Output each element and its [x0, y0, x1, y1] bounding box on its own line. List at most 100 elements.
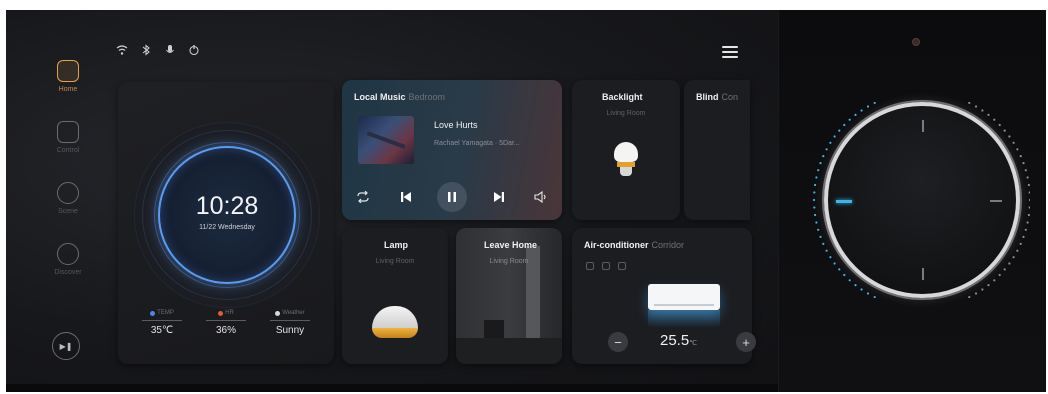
knob-tick — [993, 279, 996, 282]
nav-item-home[interactable]: Home — [46, 60, 90, 93]
stat-weather: Weather Sunny — [264, 310, 316, 336]
lamp-icon — [372, 306, 418, 340]
wifi-icon — [116, 45, 128, 55]
aircon-airflow — [648, 310, 720, 328]
music-card[interactable]: Local Music Bedroom Love Hurts Rachael Ya… — [342, 80, 562, 220]
knob-tick — [822, 242, 825, 245]
stat-value: 35℃ — [150, 325, 174, 336]
clock-card: 10:28 11/22 Wednesday TEMP 35℃ HR 36% We… — [118, 82, 334, 364]
nav-item-control[interactable]: Control — [46, 121, 90, 154]
knob-tick — [993, 118, 996, 121]
knob-tick — [1012, 141, 1015, 144]
knob-tick — [1016, 148, 1019, 151]
previous-icon[interactable] — [395, 186, 417, 208]
knob-tick — [843, 123, 846, 127]
knob-mark-bottom — [922, 268, 924, 280]
knob-tick — [814, 183, 817, 187]
rotary-knob[interactable] — [824, 102, 1020, 298]
compass-icon — [57, 243, 79, 265]
knob-tick — [1016, 249, 1019, 252]
repeat-icon[interactable] — [352, 186, 374, 208]
media-button[interactable]: ▶❚ — [52, 332, 80, 360]
nav-label: Scene — [58, 208, 78, 215]
knob-tick — [854, 113, 857, 116]
indicator-light — [912, 38, 920, 46]
knob-tick — [987, 284, 990, 287]
blind-card[interactable]: Blind Con — [684, 80, 750, 220]
album-art — [358, 116, 414, 164]
knob-tick — [974, 105, 978, 108]
knob-tick — [1019, 155, 1022, 158]
knob-tick — [1008, 135, 1011, 138]
timer-icon[interactable] — [618, 262, 626, 270]
knob-tick — [825, 249, 828, 252]
knob-tick — [968, 102, 971, 104]
snowflake-icon[interactable] — [586, 262, 594, 270]
knob-tick — [1019, 242, 1022, 245]
knob-tick — [1026, 176, 1029, 179]
clock-date: 11/22 Wednesday — [199, 224, 255, 231]
aircon-unit-icon — [648, 284, 720, 310]
microphone-icon — [166, 45, 174, 53]
knob-tick — [981, 109, 984, 112]
status-bar — [116, 44, 200, 56]
knob-tick — [817, 169, 820, 172]
aircon-temp-value: 25.5 — [660, 332, 690, 349]
nav-label: Discover — [54, 269, 82, 276]
knob-mark-right — [990, 200, 1002, 202]
knob-tick — [1022, 162, 1025, 165]
scene-photo-floor — [456, 338, 562, 364]
knob-tick — [1003, 268, 1006, 271]
volume-icon[interactable] — [530, 186, 552, 208]
humidity-icon — [218, 310, 224, 316]
leave-home-card[interactable]: Leave Home Living Room — [456, 228, 562, 364]
knob-tick — [1012, 256, 1015, 259]
knob-tick — [860, 288, 863, 291]
knob-pointer — [836, 200, 852, 203]
knob-tick — [1022, 235, 1025, 238]
power-icon — [189, 45, 199, 56]
fan-icon[interactable] — [602, 262, 610, 270]
temp-decrease-button[interactable]: − — [608, 332, 628, 352]
aircon-card[interactable]: Air-conditioner Corridor − 25.5℃ + — [572, 228, 756, 364]
aircon-modes — [586, 262, 626, 270]
monitor-icon — [57, 121, 79, 143]
knob-tick — [829, 256, 832, 259]
knob-tick — [814, 213, 817, 217]
knob-tick — [1024, 169, 1027, 172]
knob-tick — [812, 198, 816, 202]
main-screen: Home Control Scene Discover ▶❚ 10:28 11/… — [6, 10, 778, 392]
lamp-card[interactable]: Lamp Living Room — [342, 228, 448, 364]
play-circle-icon — [57, 182, 79, 204]
music-title-text: Local Music — [354, 92, 406, 102]
knob-tick — [854, 284, 857, 287]
stat-key: HR — [225, 310, 234, 316]
knob-tick — [1027, 213, 1030, 217]
blind-title-text: Blind — [696, 92, 719, 102]
temp-increase-button[interactable]: + — [736, 332, 756, 352]
knob-tick — [838, 268, 841, 271]
pause-icon[interactable] — [437, 182, 467, 212]
bulb-icon — [614, 142, 638, 180]
backlight-card[interactable]: Backlight Living Room — [572, 80, 680, 220]
thermometer-icon — [150, 310, 156, 316]
nav-label: Home — [58, 86, 78, 93]
knob-tick — [860, 109, 863, 112]
aircon-room: Corridor — [651, 240, 685, 250]
home-icon — [57, 60, 79, 82]
nav-item-scene[interactable]: Scene — [46, 182, 90, 215]
playback-controls — [352, 182, 552, 212]
knob-tick — [822, 155, 825, 158]
next-icon[interactable] — [488, 186, 510, 208]
media-icon: ▶❚ — [59, 341, 73, 351]
knob-tick — [838, 129, 841, 132]
knob-tick — [1008, 262, 1011, 265]
device-frame: Home Control Scene Discover ▶❚ 10:28 11/… — [6, 10, 1046, 392]
stats-row: TEMP 35℃ HR 36% Weather Sunny — [136, 310, 316, 336]
knob-tick — [819, 235, 822, 238]
nav-item-discover[interactable]: Discover — [46, 243, 90, 276]
backlight-room: Living Room — [606, 110, 646, 117]
menu-icon[interactable] — [722, 46, 738, 58]
knob-tick — [815, 176, 818, 179]
knob-tick — [974, 292, 978, 295]
